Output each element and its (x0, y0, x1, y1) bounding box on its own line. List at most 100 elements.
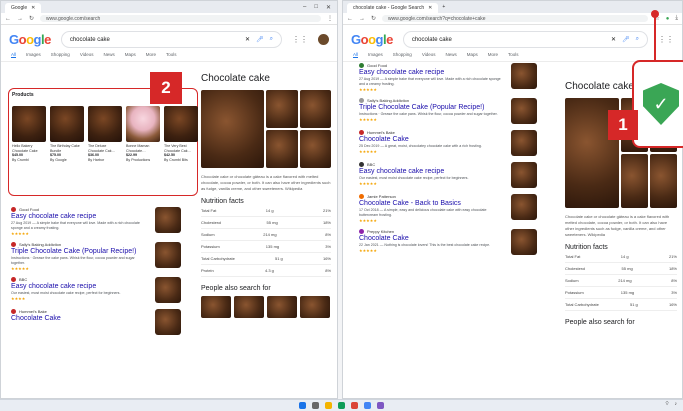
volume-icon[interactable]: ♪ (675, 401, 678, 407)
filter-more[interactable]: More (146, 52, 156, 58)
clear-icon[interactable]: ✕ (245, 36, 250, 43)
search-icon[interactable]: ⌕ (636, 36, 639, 43)
filter-all[interactable]: All (11, 52, 17, 58)
tab-close-icon[interactable]: ✕ (428, 5, 432, 11)
result-thumbnail[interactable] (511, 130, 537, 156)
filter-shopping[interactable]: Shopping (51, 52, 70, 58)
product-image[interactable] (12, 106, 46, 142)
close-window-icon[interactable]: ✕ (326, 4, 331, 11)
result-thumbnail[interactable] (155, 242, 181, 268)
result-thumbnail[interactable] (155, 309, 181, 335)
kp-image[interactable] (621, 154, 648, 208)
list-item[interactable]: Jamie Patterson Chocolate Cake - Back to… (359, 194, 537, 223)
back-icon[interactable]: ← (5, 16, 11, 22)
list-item[interactable]: Hummel's Bake Chocolate Cake 25 Dec 2019… (359, 130, 537, 156)
right-url-field[interactable]: www.google.com/search?q=chocolate+cake (382, 15, 649, 22)
google-logo[interactable]: Google (9, 32, 51, 47)
clear-icon[interactable]: ✕ (611, 36, 616, 43)
related-item[interactable] (267, 296, 297, 318)
extension-shield-icon[interactable]: ● (666, 16, 670, 22)
app-icon[interactable] (364, 402, 371, 409)
result-thumbnail[interactable] (511, 98, 537, 124)
browser-icon[interactable] (338, 402, 345, 409)
google-logo[interactable]: Google (351, 32, 393, 47)
filter-tools[interactable]: Tools (166, 52, 177, 58)
product-card[interactable]: The Deluxe Chocolate Cak… $36.00 By Harb… (88, 106, 122, 162)
tab-close-icon[interactable]: ✕ (31, 5, 35, 11)
list-item[interactable]: Preppy Kitchen Chocolate Cake 22 Jan 202… (359, 229, 537, 255)
new-tab-icon[interactable]: + (442, 4, 445, 10)
reload-icon[interactable]: ↻ (29, 15, 34, 22)
product-image[interactable] (88, 106, 122, 142)
related-item[interactable] (300, 296, 330, 318)
result-thumbnail[interactable] (511, 194, 537, 220)
list-item[interactable]: Sally's Baking Addiction Triple Chocolat… (11, 242, 181, 271)
app-icon[interactable] (377, 402, 384, 409)
kp-image[interactable] (299, 90, 331, 128)
result-title[interactable]: Easy chocolate cake recipe (359, 69, 505, 76)
result-thumbnail[interactable] (511, 63, 537, 89)
related-item[interactable] (234, 296, 264, 318)
result-title[interactable]: Easy chocolate cake recipe (11, 213, 149, 220)
result-title[interactable]: Chocolate Cake (359, 136, 505, 143)
forward-icon[interactable]: → (359, 16, 365, 22)
result-thumbnail[interactable] (511, 229, 537, 255)
list-item[interactable]: Sally's Baking Addiction Triple Chocolat… (359, 98, 537, 124)
apps-icon[interactable]: ⋮⋮ (658, 35, 674, 44)
result-title[interactable]: Triple Chocolate Cake (Popular Recipe!) (11, 248, 149, 255)
product-card[interactable]: The Birthday Cake Bundle $75.00 By Googl… (50, 106, 84, 162)
related-item[interactable] (201, 296, 231, 318)
forward-icon[interactable]: → (17, 16, 23, 22)
mic-icon[interactable]: 🎤︎ (256, 36, 264, 43)
list-item[interactable]: Hummel's Bake Chocolate Cake (11, 309, 181, 335)
product-image[interactable] (50, 106, 84, 142)
list-item[interactable]: Good Food Easy chocolate cake recipe 27 … (359, 63, 537, 92)
product-card[interactable]: Hello Bakery Chocolate Cake $45.00 By Cr… (12, 106, 46, 162)
result-title[interactable]: Easy chocolate cake recipe (359, 168, 505, 175)
result-thumbnail[interactable] (155, 277, 181, 303)
reload-icon[interactable]: ↻ (371, 15, 376, 22)
apps-icon[interactable]: ⋮⋮ (292, 35, 308, 44)
folder-icon[interactable] (325, 402, 332, 409)
list-item[interactable]: BBC Easy chocolate cake recipe Our easie… (359, 162, 537, 188)
filter-videos[interactable]: Videos (80, 52, 94, 58)
result-thumbnail[interactable] (155, 207, 181, 233)
right-tab[interactable]: chocolate cake - Google Search ✕ (347, 3, 439, 13)
result-title[interactable]: Chocolate Cake (11, 315, 149, 322)
result-title[interactable]: Triple Chocolate Cake (Popular Recipe!) (359, 104, 505, 111)
kp-image[interactable] (201, 90, 264, 168)
left-search-box[interactable]: chocolate cake ✕ 🎤︎ ⌕ (60, 31, 282, 48)
kp-image[interactable] (650, 154, 677, 208)
filter-maps[interactable]: Maps (125, 52, 136, 58)
list-item[interactable]: BBC Easy chocolate cake recipe Our easie… (11, 277, 181, 303)
app-icon[interactable] (351, 402, 358, 409)
kp-image[interactable] (266, 130, 298, 168)
result-title[interactable]: Chocolate Cake (359, 235, 505, 242)
minimize-icon[interactable]: – (303, 4, 306, 11)
product-card[interactable]: The Very Best Chocolate Cak… $42.50 By C… (164, 106, 198, 162)
start-icon[interactable] (299, 402, 306, 409)
result-title[interactable]: Chocolate Cake - Back to Basics (359, 200, 505, 207)
result-title[interactable]: Easy chocolate cake recipe (11, 283, 149, 290)
maximize-icon[interactable]: □ (314, 4, 318, 11)
avatar[interactable] (318, 34, 329, 45)
mic-icon[interactable]: 🎤︎ (622, 36, 630, 43)
kp-image[interactable] (299, 130, 331, 168)
back-icon[interactable]: ← (347, 16, 353, 22)
search-icon[interactable]: ⌕ (270, 36, 273, 43)
left-tab[interactable]: Google ✕ (5, 3, 42, 13)
extensions-icon[interactable]: ⋮ (327, 15, 333, 22)
wifi-icon[interactable]: ⌔ (665, 401, 670, 407)
kp-image[interactable] (266, 90, 298, 128)
filter-news[interactable]: News (104, 52, 115, 58)
search-icon[interactable] (312, 402, 319, 409)
product-image[interactable] (164, 106, 198, 142)
left-url-field[interactable]: www.google.com/search (40, 15, 321, 22)
product-image[interactable] (126, 106, 160, 142)
result-thumbnail[interactable] (511, 162, 537, 188)
list-item[interactable]: Good Food Easy chocolate cake recipe 27 … (11, 207, 181, 236)
download-icon[interactable]: ⤓ (675, 15, 678, 22)
product-card[interactable]: Bonne Maman Chocolate… $22.99 By Product… (126, 106, 160, 162)
filter-images[interactable]: Images (26, 52, 41, 58)
right-search-box[interactable]: chocolate cake ✕ 🎤︎ ⌕ (402, 31, 648, 48)
